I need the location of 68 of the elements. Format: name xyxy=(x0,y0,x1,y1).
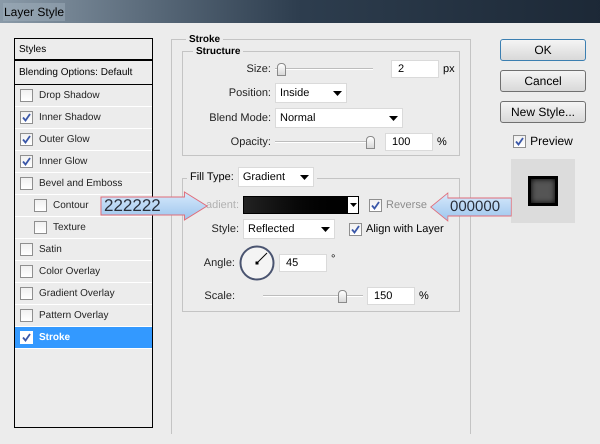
caret-icon xyxy=(333,90,342,96)
checkbox[interactable] xyxy=(34,221,47,234)
slider-thumb[interactable] xyxy=(338,290,347,302)
number-field[interactable]: 45 xyxy=(279,254,327,272)
style-item[interactable]: Texture xyxy=(15,217,152,239)
style-item[interactable]: Inner Shadow xyxy=(15,107,152,129)
angle-dial[interactable] xyxy=(239,245,275,281)
slider-thumb[interactable] xyxy=(366,136,375,148)
slider[interactable] xyxy=(275,62,373,76)
caret-icon xyxy=(350,203,356,207)
field-label: Angle: xyxy=(202,256,235,271)
checkbox[interactable] xyxy=(349,222,362,236)
caret-icon xyxy=(300,174,309,180)
checkbox[interactable] xyxy=(20,265,33,278)
callout-text: 000000 xyxy=(450,198,500,216)
style-item[interactable]: Gradient Overlay xyxy=(15,283,152,305)
unit-label: % xyxy=(437,134,447,150)
field-label: adient: xyxy=(204,198,239,213)
checkbox[interactable] xyxy=(20,243,33,256)
number-field[interactable]: 150 xyxy=(367,287,415,305)
dropdown[interactable]: Reflected xyxy=(243,219,335,239)
field-label: Size: xyxy=(246,62,271,77)
field-label: Opacity: xyxy=(230,134,271,150)
checkbox[interactable] xyxy=(369,198,382,212)
style-item[interactable]: Inner Glow xyxy=(15,151,152,173)
style-item[interactable]: Drop Shadow xyxy=(15,85,152,107)
list-header: Styles xyxy=(15,39,152,61)
checkbox[interactable] xyxy=(20,133,33,146)
checkbox[interactable] xyxy=(20,287,33,300)
checkbox[interactable] xyxy=(20,89,33,102)
list-item[interactable]: Blending Options: Default xyxy=(15,61,152,85)
style-item[interactable]: Color Overlay xyxy=(15,261,152,283)
style-item[interactable]: Satin xyxy=(15,239,152,261)
dropdown[interactable]: Inside xyxy=(275,83,347,103)
window-title: Layer Style xyxy=(3,2,66,20)
field-label: Position: xyxy=(228,86,271,101)
caret-icon xyxy=(321,226,330,232)
dialog-button[interactable]: Cancel xyxy=(500,70,586,92)
field-label: Scale: xyxy=(203,288,235,304)
field-label: Style: xyxy=(210,222,239,237)
checkbox[interactable] xyxy=(20,155,33,168)
checkbox-label: Preview xyxy=(530,133,573,150)
dropdown[interactable]: Normal xyxy=(275,108,403,128)
unit-label: ° xyxy=(331,252,336,267)
checkbox[interactable] xyxy=(513,134,526,148)
slider[interactable] xyxy=(275,135,375,149)
checkbox[interactable] xyxy=(34,199,47,212)
checkbox[interactable] xyxy=(20,111,33,124)
slider-thumb[interactable] xyxy=(276,62,286,76)
number-field[interactable]: 2 xyxy=(391,60,439,78)
checkbox-label: Reverse xyxy=(386,198,427,213)
square-thumbnail xyxy=(528,176,558,206)
unit-label: % xyxy=(419,288,429,304)
slider[interactable] xyxy=(263,289,363,303)
caret-icon xyxy=(389,116,398,120)
checkbox[interactable] xyxy=(20,309,33,322)
dropdown[interactable]: Gradient xyxy=(238,167,314,187)
checkbox[interactable] xyxy=(20,177,33,190)
number-field[interactable]: 100 xyxy=(385,133,433,151)
checkbox-label: Align with Layer xyxy=(366,222,444,237)
style-item[interactable]: Bevel and Emboss xyxy=(15,173,152,195)
unit-label: px xyxy=(443,62,455,77)
dialog-button[interactable]: New Style... xyxy=(500,101,586,123)
field-label: Fill Type: xyxy=(190,170,234,185)
gradient-picker[interactable] xyxy=(243,196,359,214)
field-label: Blend Mode: xyxy=(208,110,271,126)
style-item[interactable]: Outer Glow xyxy=(15,129,152,151)
dialog-button[interactable]: OK xyxy=(500,39,586,61)
